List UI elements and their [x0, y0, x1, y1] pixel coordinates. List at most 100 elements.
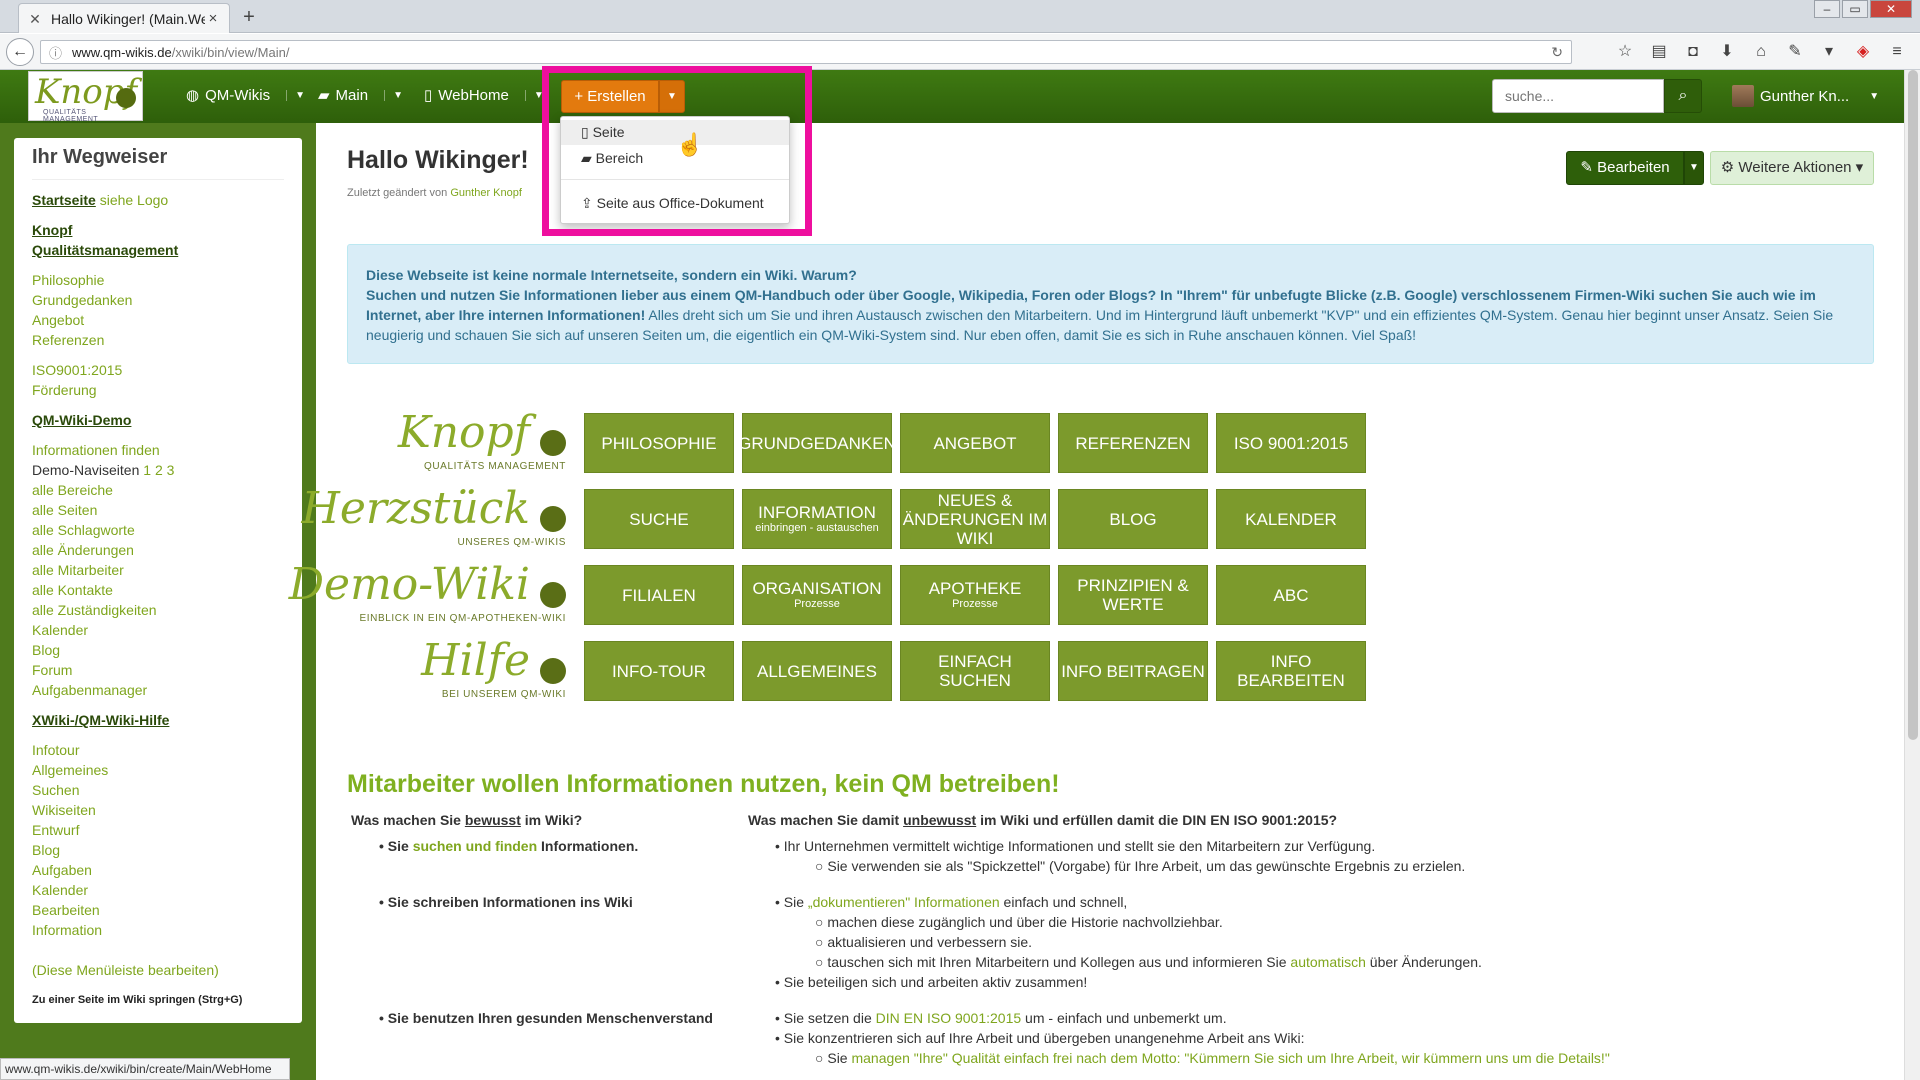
- sidebar-link[interactable]: Bearbeiten: [32, 900, 284, 920]
- logo-knopf[interactable]: Knopf QUALITÄTS MANAGEMENT: [350, 408, 570, 472]
- menu-icon[interactable]: ≡: [1884, 40, 1910, 64]
- sidebar-link-startseite[interactable]: Startseite: [32, 192, 96, 208]
- tile-info-beitragen[interactable]: Info beitragen: [1058, 641, 1208, 701]
- sidebar-jump-link[interactable]: Zu einer Seite im Wiki springen (Strg+G): [32, 990, 284, 1010]
- list-item: • Ihr Unternehmen vermittelt wichtige In…: [775, 838, 1376, 854]
- info-icon[interactable]: ⓘ: [49, 43, 62, 62]
- maximize-icon[interactable]: ▭: [1842, 0, 1868, 18]
- tile-neues[interactable]: Neues & Änderungen im Wiki: [900, 489, 1050, 549]
- minimize-icon[interactable]: –: [1814, 0, 1840, 18]
- sidebar-link[interactable]: Suchen: [32, 780, 284, 800]
- column-heading-left: Was machen Sie bewusst im Wiki?: [351, 812, 583, 828]
- tile-allgemeines[interactable]: Allgemeines: [742, 641, 892, 701]
- sidebar-link[interactable]: alle Kontakte: [32, 580, 284, 600]
- tile-suche[interactable]: Suche: [584, 489, 734, 549]
- tile-prinzipien[interactable]: Prinzipien & Werte: [1058, 565, 1208, 625]
- reading-list-icon[interactable]: ▤: [1646, 40, 1672, 64]
- window-controls: – ▭ ✕: [1814, 0, 1912, 18]
- tile-filialen[interactable]: Filialen: [584, 565, 734, 625]
- sidebar-link[interactable]: alle Seiten: [32, 500, 284, 520]
- site-logo[interactable]: Knopf QUALITÄTS MANAGEMENT: [28, 71, 143, 123]
- tile-kalender[interactable]: Kalender: [1216, 489, 1366, 549]
- more-actions-button[interactable]: ⚙ Weitere Aktionen ▾: [1710, 151, 1874, 185]
- sidebar-link[interactable]: Förderung: [32, 380, 284, 400]
- sidebar-link[interactable]: Infotour: [32, 740, 284, 760]
- sidebar-link[interactable]: Wikiseiten: [32, 800, 284, 820]
- edit-caret-icon[interactable]: ▼: [1684, 151, 1704, 185]
- nav-main[interactable]: ▰ Main ▼: [318, 80, 403, 110]
- tile-philosophie[interactable]: Philosophie: [584, 413, 734, 473]
- sidebar-link[interactable]: Entwurf: [32, 820, 284, 840]
- close-tab-icon[interactable]: ×: [205, 10, 221, 27]
- sidebar-heading-demo[interactable]: QM-Wiki-Demo: [32, 410, 284, 430]
- dropdown-icon[interactable]: ▾: [1816, 40, 1842, 64]
- sidebar-link[interactable]: alle Zuständigkeiten: [32, 600, 284, 620]
- sidebar-edit-link[interactable]: (Diese Menüleiste bearbeiten): [32, 960, 284, 980]
- close-window-icon[interactable]: ✕: [1870, 0, 1912, 18]
- tile-apotheke[interactable]: Apotheke Prozesse: [900, 565, 1050, 625]
- sidebar-link[interactable]: Aufgaben: [32, 860, 284, 880]
- search-input[interactable]: [1492, 79, 1664, 113]
- sidebar-link[interactable]: Information: [32, 920, 284, 940]
- new-tab-icon[interactable]: +: [238, 6, 260, 28]
- tile-organisation[interactable]: Organisation Prozesse: [742, 565, 892, 625]
- last-modified-user-link[interactable]: Gunther Knopf: [450, 187, 522, 199]
- sidebar-link[interactable]: Philosophie: [32, 270, 284, 290]
- nav-qm-wikis[interactable]: ◍ QM-Wikis ▼: [186, 80, 305, 110]
- sidebar-heading-qm[interactable]: Qualitätsmanagement: [32, 240, 284, 260]
- edit-button[interactable]: ✎ Bearbeiten: [1566, 151, 1684, 185]
- home-icon[interactable]: ⌂: [1748, 40, 1774, 64]
- sidebar-link[interactable]: Angebot: [32, 310, 284, 330]
- tile-grundgedanken[interactable]: Grundgedanken: [738, 413, 896, 473]
- sidebar-link[interactable]: Blog: [32, 840, 284, 860]
- logo-herzstueck[interactable]: Herzstück UNSERES QM-WIKIS: [301, 484, 570, 548]
- sidebar-link[interactable]: Grundgedanken: [32, 290, 284, 310]
- search-icon[interactable]: ⌕: [1664, 79, 1702, 113]
- tools-icon[interactable]: ✎: [1782, 40, 1808, 64]
- tile-abc[interactable]: ABC: [1216, 565, 1366, 625]
- browser-tab[interactable]: ✕ Hallo Wikinger! (Main.Web... ×: [18, 3, 230, 33]
- caret-down-icon[interactable]: ▼: [384, 89, 403, 101]
- sidebar-link[interactable]: alle Bereiche: [32, 480, 284, 500]
- tile-info-tour[interactable]: Info-Tour: [584, 641, 734, 701]
- scrollbar-thumb[interactable]: [1908, 70, 1918, 740]
- shield-icon[interactable]: ◈: [1850, 40, 1876, 64]
- button-icon: [540, 506, 566, 532]
- nav-webhome[interactable]: ▯ WebHome ▼: [424, 80, 544, 110]
- sidebar-link[interactable]: alle Mitarbeiter: [32, 560, 284, 580]
- hand-cursor-icon: ☝: [676, 132, 704, 157]
- caret-down-icon[interactable]: ▼: [1869, 91, 1879, 102]
- logo-hilfe[interactable]: Hilfe BEI UNSEREM QM-WIKI: [350, 636, 570, 700]
- user-menu[interactable]: Gunther Kn... ▼: [1732, 80, 1879, 112]
- sidebar-link[interactable]: alle Schlagworte: [32, 520, 284, 540]
- sidebar-link[interactable]: Kalender: [32, 620, 284, 640]
- back-arrow-icon[interactable]: ←: [6, 38, 34, 66]
- tile-blog[interactable]: Blog: [1058, 489, 1208, 549]
- tile-einfach-suchen[interactable]: Einfach suchen: [900, 641, 1050, 701]
- sidebar-link[interactable]: Allgemeines: [32, 760, 284, 780]
- logo-demo-wiki[interactable]: Demo-Wiki EINBLICK IN EIN QM-APOTHEKEN-WI…: [289, 560, 570, 624]
- sidebar-link[interactable]: Aufgabenmanager: [32, 680, 284, 700]
- sidebar-link[interactable]: Informationen finden: [32, 440, 284, 460]
- bookmark-star-icon[interactable]: ☆: [1612, 40, 1638, 64]
- sidebar-heading-knopf[interactable]: Knopf: [32, 220, 284, 240]
- pocket-icon[interactable]: ◘: [1680, 40, 1706, 64]
- sidebar-link[interactable]: Kalender: [32, 880, 284, 900]
- sidebar-link[interactable]: Forum: [32, 660, 284, 680]
- tile-referenzen[interactable]: Referenzen: [1058, 413, 1208, 473]
- caret-down-icon[interactable]: ▼: [286, 89, 305, 101]
- caret-down-icon[interactable]: ▼: [524, 89, 544, 101]
- tile-info-bearbeiten[interactable]: Info bearbeiten: [1216, 641, 1366, 701]
- tile-iso[interactable]: ISO 9001:2015: [1216, 413, 1366, 473]
- page-scrollbar[interactable]: [1904, 70, 1920, 1080]
- sidebar-heading-hilfe[interactable]: XWiki-/QM-Wiki-Hilfe: [32, 710, 284, 730]
- tile-information[interactable]: Information einbringen - austauschen: [742, 489, 892, 549]
- sidebar-link[interactable]: ISO9001:2015: [32, 360, 284, 380]
- reload-icon[interactable]: ↻: [1551, 44, 1563, 61]
- sidebar-link[interactable]: alle Änderungen: [32, 540, 284, 560]
- address-bar[interactable]: ⓘ www.qm-wikis.de/xwiki/bin/view/Main/ ↻: [40, 40, 1572, 64]
- sidebar-link[interactable]: Blog: [32, 640, 284, 660]
- tile-angebot[interactable]: Angebot: [900, 413, 1050, 473]
- download-icon[interactable]: ⬇: [1714, 40, 1740, 64]
- sidebar-link[interactable]: Referenzen: [32, 330, 284, 350]
